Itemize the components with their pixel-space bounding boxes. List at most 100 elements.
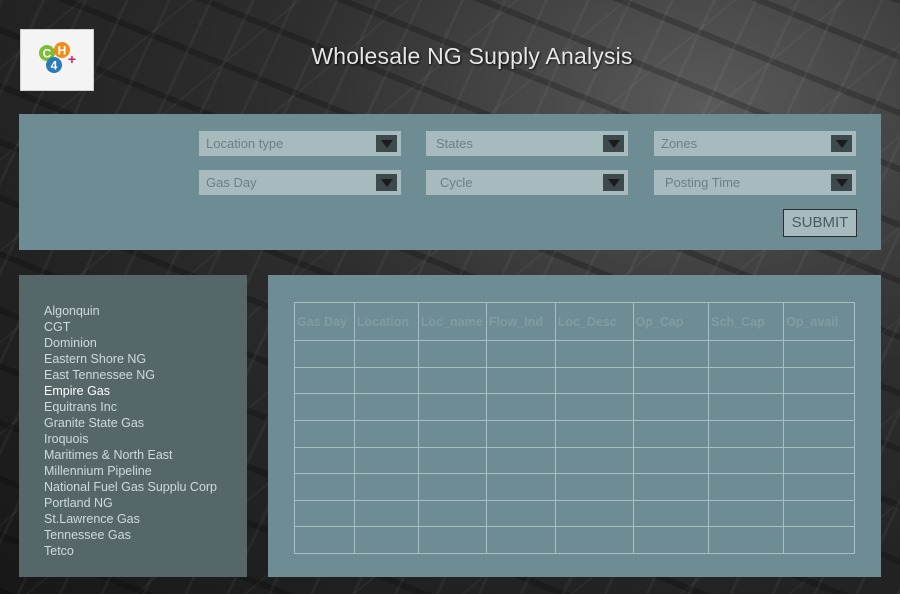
- table-cell[interactable]: [294, 340, 355, 368]
- pipeline-item-tennessee-gas[interactable]: Tennessee Gas: [44, 527, 247, 543]
- table-cell[interactable]: [353, 499, 419, 528]
- table-cell[interactable]: [294, 419, 355, 448]
- pipeline-item-maritimes-north-east[interactable]: Maritimes & North East: [44, 447, 247, 463]
- table-cell[interactable]: [294, 393, 355, 421]
- table-cell[interactable]: [485, 473, 556, 501]
- pipeline-item-portland-ng[interactable]: Portland NG: [44, 495, 247, 511]
- table-cell[interactable]: [417, 366, 487, 395]
- table-cell[interactable]: [294, 446, 355, 475]
- table-cell[interactable]: [783, 526, 855, 554]
- zones-select[interactable]: Zones: [654, 131, 856, 156]
- pipeline-item-cgt[interactable]: CGT: [44, 319, 247, 335]
- table-cell[interactable]: [294, 499, 355, 528]
- chevron-down-icon[interactable]: [376, 135, 397, 152]
- column-header-flow-ind[interactable]: Flow_Ind: [485, 302, 556, 341]
- table-cell[interactable]: [294, 473, 355, 501]
- table-cell[interactable]: [417, 526, 487, 554]
- table-cell[interactable]: [783, 393, 855, 421]
- table-cell[interactable]: [783, 446, 855, 475]
- table-cell[interactable]: [708, 366, 785, 395]
- table-cell[interactable]: [353, 393, 419, 421]
- table-cell[interactable]: [708, 340, 785, 368]
- column-header-op-avail[interactable]: Op_avail: [783, 302, 855, 341]
- table-cell[interactable]: [417, 499, 487, 528]
- table-cell[interactable]: [417, 340, 487, 368]
- table-cell[interactable]: [783, 366, 855, 395]
- pipeline-item-dominion[interactable]: Dominion: [44, 335, 247, 351]
- table-cell[interactable]: [708, 419, 785, 448]
- table-cell[interactable]: [708, 473, 785, 501]
- table-cell[interactable]: [353, 526, 419, 554]
- table-cell[interactable]: [353, 366, 419, 395]
- table-cell[interactable]: [554, 473, 634, 501]
- table-cell[interactable]: [417, 419, 487, 448]
- column-header-loc-desc[interactable]: Loc_Desc: [554, 302, 634, 341]
- gas-day-select[interactable]: Gas Day: [199, 170, 401, 195]
- table-cell[interactable]: [353, 340, 419, 368]
- table-cell[interactable]: [708, 526, 785, 554]
- table-cell[interactable]: [417, 446, 487, 475]
- chevron-down-icon[interactable]: [831, 135, 852, 152]
- table-cell[interactable]: [632, 366, 710, 395]
- table-cell[interactable]: [485, 340, 556, 368]
- table-cell[interactable]: [485, 526, 556, 554]
- table-cell[interactable]: [632, 526, 710, 554]
- table-cell[interactable]: [554, 340, 634, 368]
- table-cell[interactable]: [632, 393, 710, 421]
- table-cell[interactable]: [708, 446, 785, 475]
- table-cell[interactable]: [783, 473, 855, 501]
- table-cell[interactable]: [353, 419, 419, 448]
- column-header-gas-day[interactable]: Gas Day: [294, 302, 355, 341]
- column-header-sch-cap[interactable]: Sch_Cap: [708, 302, 785, 341]
- table-cell[interactable]: [708, 393, 785, 421]
- pipeline-item-tetco[interactable]: Tetco: [44, 543, 247, 559]
- pipeline-item-iroquois[interactable]: Iroquois: [44, 431, 247, 447]
- pipeline-item-empire-gas[interactable]: Empire Gas: [44, 383, 247, 399]
- pipeline-item-national-fuel-gas[interactable]: National Fuel Gas Supplu Corp: [44, 479, 247, 495]
- table-cell[interactable]: [554, 446, 634, 475]
- table-cell[interactable]: [554, 419, 634, 448]
- table-cell[interactable]: [353, 473, 419, 501]
- location-type-select[interactable]: Location type: [199, 131, 401, 156]
- table-cell[interactable]: [485, 499, 556, 528]
- column-header-loc-name[interactable]: Loc_name: [417, 302, 487, 341]
- table-cell[interactable]: [632, 419, 710, 448]
- table-cell[interactable]: [554, 526, 634, 554]
- table-cell[interactable]: [485, 366, 556, 395]
- pipeline-item-east-tennessee-ng[interactable]: East Tennessee NG: [44, 367, 247, 383]
- table-cell[interactable]: [632, 473, 710, 501]
- table-cell[interactable]: [632, 499, 710, 528]
- column-header-location[interactable]: Location: [353, 302, 419, 341]
- pipeline-item-st-lawrence-gas[interactable]: St.Lawrence Gas: [44, 511, 247, 527]
- table-cell[interactable]: [353, 446, 419, 475]
- pipeline-item-algonquin[interactable]: Algonquin: [44, 303, 247, 319]
- chevron-down-icon[interactable]: [603, 135, 624, 152]
- table-cell[interactable]: [294, 526, 355, 554]
- table-cell[interactable]: [554, 393, 634, 421]
- pipeline-item-equitrans-inc[interactable]: Equitrans Inc: [44, 399, 247, 415]
- pipeline-item-granite-state-gas[interactable]: Granite State Gas: [44, 415, 247, 431]
- table-cell[interactable]: [417, 473, 487, 501]
- table-cell[interactable]: [417, 393, 487, 421]
- table-cell[interactable]: [783, 499, 855, 528]
- table-cell[interactable]: [485, 446, 556, 475]
- table-cell[interactable]: [708, 499, 785, 528]
- column-header-op-cap[interactable]: Op_Cap: [632, 302, 710, 341]
- pipeline-item-eastern-shore-ng[interactable]: Eastern Shore NG: [44, 351, 247, 367]
- table-cell[interactable]: [485, 393, 556, 421]
- states-select[interactable]: States: [426, 131, 628, 156]
- chevron-down-icon[interactable]: [831, 174, 852, 191]
- table-cell[interactable]: [783, 340, 855, 368]
- pipeline-item-millennium-pipeline[interactable]: Millennium Pipeline: [44, 463, 247, 479]
- chevron-down-icon[interactable]: [376, 174, 397, 191]
- chevron-down-icon[interactable]: [603, 174, 624, 191]
- cycle-select[interactable]: Cycle: [426, 170, 628, 195]
- table-cell[interactable]: [632, 340, 710, 368]
- table-cell[interactable]: [294, 366, 355, 395]
- posting-time-select[interactable]: Posting Time: [654, 170, 856, 195]
- table-cell[interactable]: [632, 446, 710, 475]
- table-cell[interactable]: [485, 419, 556, 448]
- table-cell[interactable]: [783, 419, 855, 448]
- table-cell[interactable]: [554, 366, 634, 395]
- table-cell[interactable]: [554, 499, 634, 528]
